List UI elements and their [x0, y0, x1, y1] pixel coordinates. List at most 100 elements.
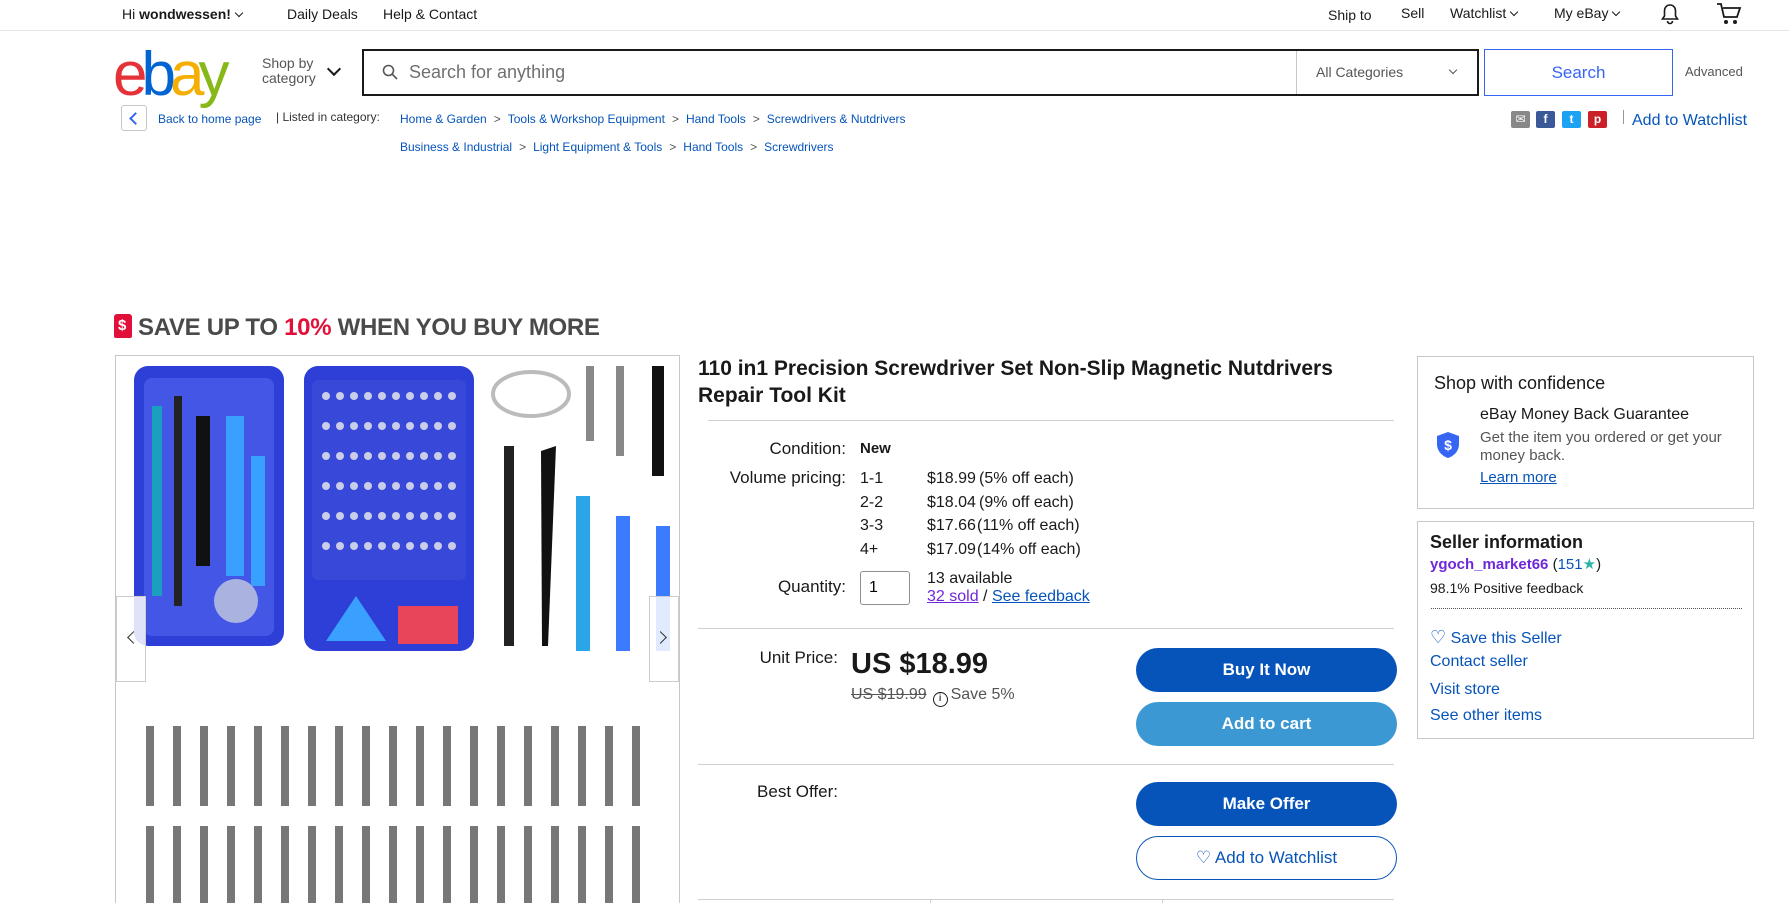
save-this-seller-link[interactable]: ♡ Save this Seller — [1430, 627, 1562, 648]
divider — [698, 764, 1394, 765]
volume-pricing-label: Volume pricing: — [729, 468, 846, 487]
search-icon — [382, 64, 398, 80]
breadcrumb-separator: > — [519, 140, 527, 154]
logo-letter: a — [169, 40, 205, 109]
ship-to-link[interactable]: Ship to — [1328, 7, 1372, 23]
heart-icon: ♡ — [1195, 848, 1212, 867]
price-tag-icon — [114, 314, 132, 338]
add-to-watchlist-button[interactable]: ♡ Add to Watchlist — [1136, 836, 1397, 880]
guarantee-text: Get the item you ordered or get your mon… — [1480, 429, 1722, 464]
divider — [1623, 110, 1624, 124]
sold-count-link[interactable]: 32 sold — [927, 588, 979, 605]
facebook-icon[interactable]: f — [1536, 111, 1555, 128]
quantity-input[interactable] — [860, 571, 910, 605]
breadcrumb-link[interactable]: Hand Tools — [683, 140, 743, 154]
contact-seller-link[interactable]: Contact seller — [1430, 653, 1528, 671]
chevron-down-icon[interactable] — [326, 61, 342, 77]
breadcrumb-separator: > — [752, 112, 760, 126]
sold-info: 32 sold / See feedback — [927, 588, 1090, 605]
seller-name-link[interactable]: ygoch_market66 — [1430, 556, 1548, 573]
price: US $18.99 — [851, 648, 989, 680]
divider — [930, 899, 931, 903]
add-to-cart-button[interactable]: Add to cart — [1136, 702, 1397, 746]
divider — [698, 628, 1394, 629]
confidence-title: Shop with confidence — [1434, 373, 1606, 393]
email-icon[interactable]: ✉ — [1511, 111, 1530, 128]
product-image-gallery[interactable] — [115, 355, 680, 903]
chevron-right-icon — [654, 631, 667, 644]
chevron-left-icon — [127, 631, 140, 644]
daily-deals-link[interactable]: Daily Deals — [287, 6, 358, 22]
available-count: 13 available — [927, 570, 1013, 587]
advanced-search-link[interactable]: Advanced — [1685, 64, 1743, 79]
watchlist-menu[interactable]: Watchlist — [1450, 5, 1519, 21]
product-image — [134, 366, 670, 903]
add-to-watchlist-link[interactable]: Add to Watchlist — [1632, 112, 1747, 130]
category-select[interactable]: All Categories — [1316, 64, 1403, 80]
breadcrumb-separator: > — [669, 140, 677, 154]
feedback-score[interactable]: 151 — [1558, 556, 1583, 573]
back-arrow-icon[interactable] — [121, 105, 147, 131]
shop-by-category-button[interactable]: Shop by category — [262, 56, 316, 86]
condition-label: Condition: — [769, 439, 846, 458]
cart-icon[interactable] — [1716, 2, 1742, 26]
buy-it-now-button[interactable]: Buy It Now — [1136, 648, 1397, 692]
notification-bell-icon[interactable] — [1659, 3, 1681, 25]
breadcrumb-link[interactable]: Tools & Workshop Equipment — [508, 112, 665, 126]
star-icon: ★ — [1582, 556, 1597, 573]
previous-image-button[interactable] — [116, 596, 146, 682]
divider — [698, 899, 1394, 900]
positive-feedback: 98.1% Positive feedback — [1430, 580, 1584, 596]
search-button[interactable]: Search — [1484, 49, 1673, 96]
divider — [1296, 51, 1297, 94]
pinterest-icon[interactable]: p — [1588, 111, 1607, 128]
chevron-down-icon — [1612, 7, 1621, 17]
shield-dollar-icon: $ — [1437, 432, 1459, 458]
svg-text:$: $ — [1444, 437, 1452, 453]
see-feedback-link[interactable]: See feedback — [992, 588, 1090, 605]
product-title: 110 in1 Precision Screwdriver Set Non-Sl… — [698, 357, 1333, 407]
original-price: US $19.99 i Save 5% — [851, 686, 1015, 707]
twitter-icon[interactable]: t — [1562, 111, 1581, 128]
breadcrumb: Business & Industrial > Light Equipment & … — [400, 140, 834, 154]
next-image-button[interactable] — [649, 596, 679, 682]
chevron-down-icon — [234, 8, 244, 18]
heart-icon: ♡ — [1430, 627, 1447, 647]
search-input[interactable] — [409, 57, 1289, 87]
make-offer-button[interactable]: Make Offer — [1136, 782, 1397, 826]
breadcrumb-link[interactable]: Light Equipment & Tools — [533, 140, 662, 154]
guarantee-title: eBay Money Back Guarantee — [1480, 406, 1690, 423]
breadcrumb-link[interactable]: Screwdrivers & Nutdrivers — [767, 112, 906, 126]
info-icon[interactable]: i — [932, 692, 948, 707]
sell-link[interactable]: Sell — [1401, 5, 1424, 21]
breadcrumb: Home & Garden > Tools & Workshop Equipment… — [400, 112, 906, 126]
chevron-down-icon — [1510, 7, 1519, 17]
ebay-logo[interactable]: ebay — [113, 40, 229, 109]
logo-letter: b — [141, 40, 176, 109]
breadcrumb-separator: > — [493, 112, 501, 126]
my-ebay-menu[interactable]: My eBay — [1554, 5, 1621, 21]
breadcrumb-link[interactable]: Business & Industrial — [400, 140, 512, 154]
divider — [1162, 899, 1163, 903]
unit-price-label: Unit Price: — [759, 648, 838, 667]
breadcrumb-link[interactable]: Home & Garden — [400, 112, 487, 126]
logo-letter: e — [113, 40, 148, 109]
divider — [1431, 608, 1742, 609]
help-contact-link[interactable]: Help & Contact — [383, 6, 477, 22]
logo-letter: y — [198, 40, 229, 109]
back-to-home-link[interactable]: Back to home page — [158, 112, 261, 126]
divider — [708, 420, 1394, 421]
visit-store-link[interactable]: Visit store — [1430, 681, 1500, 699]
learn-more-link[interactable]: Learn more — [1480, 469, 1557, 486]
greeting-menu[interactable]: Hi wondwessen! — [122, 6, 244, 22]
volume-promo-banner: SAVE UP TO 10% WHEN YOU BUY MORE — [138, 314, 600, 341]
condition-value: New — [860, 440, 891, 457]
see-other-items-link[interactable]: See other items — [1430, 707, 1542, 725]
best-offer-label: Best Offer: — [757, 782, 838, 801]
breadcrumb-link[interactable]: Hand Tools — [686, 112, 746, 126]
breadcrumb-link[interactable]: Screwdrivers — [764, 140, 833, 154]
seller-info-title: Seller information — [1430, 532, 1584, 552]
top-nav: Hi wondwessen! Daily Deals Help & Contac… — [0, 0, 1789, 31]
listed-in-label: | Listed in category: — [276, 110, 380, 124]
breadcrumb-separator: > — [750, 140, 758, 154]
